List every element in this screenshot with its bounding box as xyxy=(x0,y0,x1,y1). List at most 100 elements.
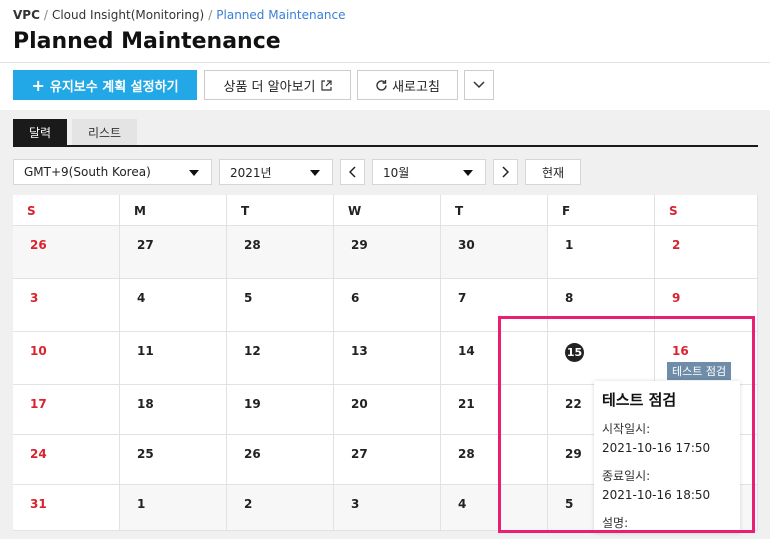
day-number: 10 xyxy=(30,344,47,358)
weekday-header: T xyxy=(441,195,548,226)
month-select[interactable]: 10월 xyxy=(372,159,486,185)
breadcrumb-planned-maintenance[interactable]: Planned Maintenance xyxy=(216,8,345,22)
day-number: 27 xyxy=(137,238,154,252)
chevron-down-icon xyxy=(473,81,485,89)
refresh-label: 새로고침 xyxy=(392,79,440,95)
day-number: 2 xyxy=(244,497,253,511)
next-month-button[interactable] xyxy=(493,159,518,185)
chevron-left-icon xyxy=(349,166,356,178)
day-number: 19 xyxy=(244,397,261,411)
breadcrumb: VPC / Cloud Insight(Monitoring) / Planned Ma… xyxy=(13,8,346,22)
calendar-day-cell[interactable]: 12 xyxy=(227,332,334,385)
day-number: 18 xyxy=(137,397,154,411)
calendar-day-cell[interactable]: 4 xyxy=(120,279,227,332)
chevron-right-icon xyxy=(502,166,509,178)
calendar-day-cell[interactable]: 20 xyxy=(334,385,441,435)
calendar-day-cell[interactable]: 28 xyxy=(227,226,334,279)
day-number: 7 xyxy=(458,291,467,305)
day-number: 21 xyxy=(458,397,475,411)
day-number: 8 xyxy=(565,291,574,305)
learn-more-button[interactable]: 상품 더 알아보기 xyxy=(204,70,351,100)
day-number: 26 xyxy=(30,238,47,252)
now-button[interactable]: 현재 xyxy=(525,159,581,185)
day-number: 11 xyxy=(137,344,154,358)
calendar-day-cell[interactable]: 17 xyxy=(13,385,120,435)
plus-icon: + xyxy=(31,75,45,95)
day-number: 5 xyxy=(244,291,253,305)
calendar-day-cell[interactable]: 25 xyxy=(120,435,227,485)
day-number: 26 xyxy=(244,447,261,461)
day-number: 31 xyxy=(30,497,47,511)
weekday-label: M xyxy=(134,204,146,218)
tab-underline xyxy=(13,145,758,147)
tab-list[interactable]: 리스트 xyxy=(72,119,137,146)
calendar-day-cell[interactable]: 1 xyxy=(548,226,655,279)
day-number: 13 xyxy=(351,344,368,358)
breadcrumb-cloud-insight[interactable]: Cloud Insight(Monitoring) xyxy=(52,8,204,22)
year-value: 2021년 xyxy=(230,165,272,180)
day-number: 29 xyxy=(351,238,368,252)
day-number: 25 xyxy=(137,447,154,461)
day-number: 3 xyxy=(351,497,360,511)
calendar-day-cell[interactable]: 30 xyxy=(441,226,548,279)
calendar-day-cell[interactable]: 24 xyxy=(13,435,120,485)
calendar-day-cell[interactable]: 31 xyxy=(13,485,120,531)
day-number: 27 xyxy=(351,447,368,461)
day-number: 28 xyxy=(458,447,475,461)
refresh-button[interactable]: 새로고침 xyxy=(357,70,458,100)
day-number: 4 xyxy=(458,497,467,511)
day-number: 1 xyxy=(137,497,146,511)
day-number: 28 xyxy=(244,238,261,252)
calendar-day-cell[interactable]: 26 xyxy=(227,435,334,485)
day-number: 6 xyxy=(351,291,360,305)
external-link-icon xyxy=(320,79,332,91)
calendar-day-cell[interactable]: 11 xyxy=(120,332,227,385)
day-number: 24 xyxy=(30,447,47,461)
day-number: 2 xyxy=(672,238,681,252)
day-number: 9 xyxy=(672,291,681,305)
calendar-day-cell[interactable]: 29 xyxy=(334,226,441,279)
calendar-day-cell[interactable]: 2 xyxy=(655,226,758,279)
weekday-header: F xyxy=(548,195,655,226)
year-select[interactable]: 2021년 xyxy=(219,159,333,185)
weekday-header: S xyxy=(655,195,758,226)
weekday-header: T xyxy=(227,195,334,226)
caret-down-icon xyxy=(463,170,473,176)
calendar-day-cell[interactable]: 3 xyxy=(13,279,120,332)
calendar-day-cell[interactable]: 6 xyxy=(334,279,441,332)
day-number: 30 xyxy=(458,238,475,252)
calendar-day-cell[interactable]: 10 xyxy=(13,332,120,385)
calendar-day-cell[interactable]: 2 xyxy=(227,485,334,531)
day-number: 4 xyxy=(137,291,146,305)
calendar-day-cell[interactable]: 13 xyxy=(334,332,441,385)
calendar-day-cell[interactable]: 26 xyxy=(13,226,120,279)
calendar-day-cell[interactable]: 18 xyxy=(120,385,227,435)
weekday-header: M xyxy=(120,195,227,226)
now-label: 현재 xyxy=(541,165,565,180)
weekday-header: S xyxy=(13,195,120,226)
calendar-day-cell[interactable]: 27 xyxy=(120,226,227,279)
weekday-label: S xyxy=(27,204,36,218)
weekday-label: S xyxy=(669,204,678,218)
more-options-button[interactable] xyxy=(464,70,494,100)
timezone-value: GMT+9(South Korea) xyxy=(24,165,151,179)
calendar-day-cell[interactable]: 19 xyxy=(227,385,334,435)
day-number: 3 xyxy=(30,291,39,305)
weekday-label: T xyxy=(455,204,464,218)
weekday-header: W xyxy=(334,195,441,226)
create-maintenance-button[interactable]: + 유지보수 계획 설정하기 xyxy=(13,70,197,100)
timezone-select[interactable]: GMT+9(South Korea) xyxy=(13,159,212,185)
caret-down-icon xyxy=(189,170,199,176)
day-number: 1 xyxy=(565,238,574,252)
header-divider xyxy=(0,62,770,63)
calendar-day-cell[interactable]: 5 xyxy=(227,279,334,332)
day-number: 14 xyxy=(458,344,475,358)
weekday-label: F xyxy=(562,204,571,218)
breadcrumb-vpc[interactable]: VPC xyxy=(13,8,40,22)
prev-month-button[interactable] xyxy=(340,159,365,185)
calendar-day-cell[interactable]: 1 xyxy=(120,485,227,531)
calendar-day-cell[interactable]: 27 xyxy=(334,435,441,485)
tab-calendar[interactable]: 달력 xyxy=(13,119,67,146)
day-number: 17 xyxy=(30,397,47,411)
calendar-day-cell[interactable]: 3 xyxy=(334,485,441,531)
